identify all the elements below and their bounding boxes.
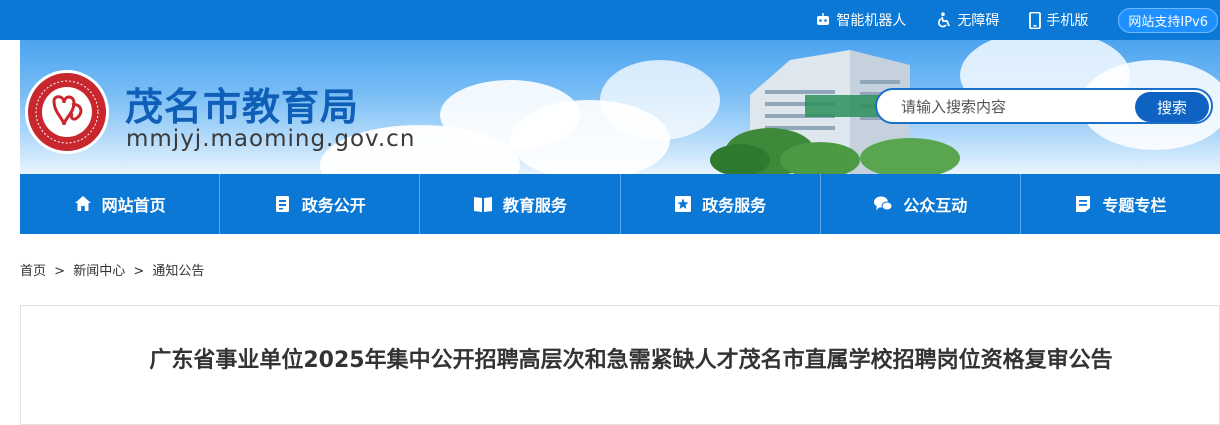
ipv6-badge: 网站支持IPv6 [1118,7,1218,33]
nav-item-government-services[interactable]: 政务服务 [621,174,821,234]
nav-item-public-interaction[interactable]: 公众互动 [821,174,1021,234]
top-links: 智能机器人 无障碍 手机版 网站支持IPv6 [815,0,1220,40]
main-nav: 网站首页 政务公开 教育服务 政务服务 公众互动 专题专栏 [20,174,1220,234]
document-icon [275,196,289,212]
breadcrumb-news-center[interactable]: 新闻中心 [73,264,125,279]
header-banner: 茂名市教育局 mmjyj.maoming.gov.cn 搜索 [20,40,1220,174]
nav-item-label: 专题专栏 [1102,196,1167,215]
breadcrumb-separator: > [133,264,145,279]
article-title: 广东省事业单位2025年集中公开招聘高层次和急需紧缺人才茂名市直属学校招聘岗位资… [149,348,1113,373]
search-input[interactable] [899,93,1133,121]
accessibility-link[interactable]: 无障碍 [936,10,999,30]
nav-item-label: 政务公开 [301,196,366,215]
robot-link-label: 智能机器人 [836,13,907,29]
search-box: 搜索 [875,88,1213,124]
nav-item-label: 教育服务 [502,196,567,215]
article-panel: 广东省事业单位2025年集中公开招聘高层次和急需紧缺人才茂名市直属学校招聘岗位资… [20,305,1220,425]
nav-item-home[interactable]: 网站首页 [20,174,221,234]
accessibility-icon [938,12,951,28]
robot-link[interactable]: 智能机器人 [815,10,906,30]
site-url: mmjyj.maoming.gov.cn [126,126,416,152]
nav-item-special-topics[interactable]: 专题专栏 [1021,174,1220,234]
nav-item-education-services[interactable]: 教育服务 [420,174,621,234]
book-icon [473,197,492,212]
site-logo[interactable] [25,70,109,154]
cloud-decoration [600,60,720,140]
breadcrumb-notices[interactable]: 通知公告 [152,264,204,279]
mobile-icon [1029,11,1042,29]
breadcrumb: 首页 > 新闻中心 > 通知公告 [20,260,204,279]
list-icon [1076,196,1091,212]
top-bar: 智能机器人 无障碍 手机版 网站支持IPv6 [0,0,1220,40]
breadcrumb-separator: > [54,264,66,279]
nav-item-label: 公众互动 [903,196,968,215]
mobile-link-label: 手机版 [1046,13,1089,29]
logo-heart-icon [52,95,83,126]
breadcrumb-home[interactable]: 首页 [20,264,46,279]
nav-item-government-affairs[interactable]: 政务公开 [220,174,421,234]
chat-icon [874,196,893,211]
star-card-icon [675,196,692,212]
nav-item-label: 网站首页 [101,196,166,215]
logo-emblem [42,87,92,137]
home-icon [74,196,91,211]
mobile-link[interactable]: 手机版 [1029,10,1088,30]
search-button[interactable]: 搜索 [1135,92,1209,122]
site-title[interactable]: 茂名市教育局 [125,76,359,131]
robot-icon [817,13,830,25]
nav-item-label: 政务服务 [702,196,767,215]
accessibility-link-label: 无障碍 [957,13,1000,29]
